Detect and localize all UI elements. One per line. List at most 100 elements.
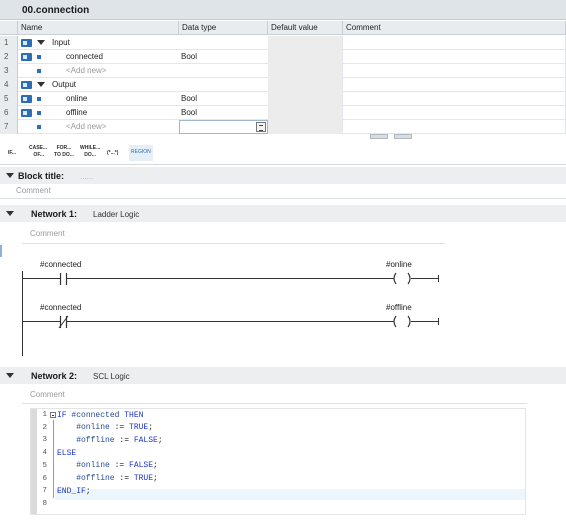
- block-title-bar[interactable]: Block title: ......: [0, 167, 566, 184]
- variable-name[interactable]: offline: [66, 108, 87, 117]
- fold-collapse-icon[interactable]: [50, 412, 56, 418]
- variable-name[interactable]: connected: [66, 52, 103, 61]
- variable-data-type[interactable]: Bool: [181, 94, 197, 103]
- if-button[interactable]: IF...: [8, 150, 16, 166]
- splitter-down-handle[interactable]: [394, 134, 412, 139]
- keyword-token: IF: [57, 410, 67, 420]
- divider: [0, 198, 566, 199]
- data-type-field[interactable]: [179, 120, 268, 134]
- table-row[interactable]: 6 offline Bool: [0, 106, 566, 120]
- code-line[interactable]: END_IF;: [57, 487, 91, 496]
- collapse-triangle-icon[interactable]: [6, 173, 14, 178]
- region-button[interactable]: REGION: [129, 145, 153, 161]
- block-name-bar: 00.connection: [0, 0, 566, 20]
- default-value-cell: [268, 36, 343, 50]
- default-value-cell[interactable]: [268, 106, 343, 120]
- header-name[interactable]: Name: [18, 21, 179, 35]
- comment-cell[interactable]: [343, 50, 566, 64]
- row-number: 2: [0, 50, 18, 64]
- code-token: ;: [148, 423, 154, 433]
- block-name: 00.connection: [22, 5, 90, 16]
- header-data-type[interactable]: Data type: [179, 21, 268, 35]
- header-comment[interactable]: Comment: [343, 21, 566, 35]
- table-row[interactable]: 5 online Bool: [0, 92, 566, 106]
- code-token: ;: [153, 461, 158, 471]
- code-line[interactable]: IF #connected THEN: [57, 411, 143, 420]
- rung-2: [22, 315, 439, 329]
- splitter-up-handle[interactable]: [370, 134, 388, 139]
- variable-marker-icon: [37, 69, 41, 73]
- line-number: 6: [42, 474, 47, 483]
- network-comment[interactable]: Comment: [30, 390, 65, 399]
- comment-cell[interactable]: [343, 106, 566, 120]
- variable-token: #online: [57, 461, 110, 471]
- network-title[interactable]: SCL Logic: [93, 372, 130, 381]
- code-token: ;: [85, 486, 91, 496]
- comment-cell[interactable]: [343, 92, 566, 106]
- line-number: 4: [42, 449, 47, 458]
- network-2-header[interactable]: Network 2: SCL Logic: [0, 367, 566, 384]
- table-row[interactable]: 3 <Add new>: [0, 64, 566, 78]
- row-number: 1: [0, 36, 18, 50]
- code-token: :=: [109, 461, 130, 471]
- comment-cell[interactable]: [343, 78, 566, 92]
- while-do-button[interactable]: WHILE... DO...: [80, 145, 100, 161]
- case-of-button[interactable]: CASE... OF...: [29, 145, 47, 161]
- interface-section-icon: [21, 81, 32, 89]
- comment-cell: [343, 120, 566, 134]
- variable-token: #online: [57, 423, 110, 433]
- code-line[interactable]: #offline := FALSE;: [57, 435, 163, 445]
- variable-data-type[interactable]: Bool: [181, 52, 197, 61]
- code-token: ;: [157, 435, 163, 445]
- network-label: Network 2:: [31, 371, 78, 381]
- collapse-triangle-icon[interactable]: [6, 373, 14, 378]
- row-number: 4: [0, 78, 18, 92]
- variable-marker-icon: [37, 111, 41, 115]
- variable-name[interactable]: online: [66, 94, 87, 103]
- default-value-cell: [268, 120, 343, 134]
- interface-variable-icon: [21, 95, 32, 103]
- data-type-picker-button[interactable]: [256, 122, 266, 132]
- section-name[interactable]: Input: [52, 38, 70, 47]
- keyword-token: TRUE: [133, 474, 154, 483]
- keyword-token: END_IF: [57, 486, 86, 496]
- add-new-placeholder[interactable]: <Add new>: [66, 122, 106, 131]
- variable-token: #offline: [57, 474, 115, 483]
- collapse-triangle-icon[interactable]: [37, 40, 45, 45]
- code-token: :=: [114, 474, 134, 483]
- rung-1: [22, 272, 439, 285]
- keyword-token: TRUE: [129, 423, 149, 433]
- code-line[interactable]: #online := FALSE;: [57, 461, 158, 470]
- block-comment[interactable]: Comment: [16, 186, 51, 195]
- interface-variable-icon: [21, 53, 32, 61]
- default-value-cell[interactable]: [268, 50, 343, 64]
- table-row[interactable]: 1 Input: [0, 36, 566, 50]
- comment-block-button[interactable]: (*...*): [107, 150, 118, 166]
- keyword-token: FALSE: [129, 461, 154, 471]
- section-name[interactable]: Output: [52, 80, 76, 89]
- variable-data-type[interactable]: Bool: [181, 108, 197, 117]
- table-row[interactable]: 2 connected Bool: [0, 50, 566, 64]
- code-line[interactable]: #offline := TRUE;: [57, 474, 158, 483]
- code-line[interactable]: #online := TRUE;: [57, 423, 153, 432]
- code-token: ;: [153, 474, 158, 483]
- for-to-do-button[interactable]: FOR... TO DO...: [54, 145, 74, 161]
- block-title-value[interactable]: ......: [80, 172, 93, 181]
- header-default-value[interactable]: Default value: [268, 21, 343, 35]
- variable-token: #connected: [66, 410, 125, 420]
- code-line[interactable]: ELSE: [57, 449, 76, 458]
- table-row[interactable]: 4 Output: [0, 78, 566, 92]
- variable-token: #offline: [57, 435, 115, 445]
- scl-code-editor[interactable]: 1 IF #connected THEN 2 #online := TRUE; 3 #…: [30, 408, 526, 515]
- row-number: 6: [0, 106, 18, 120]
- row-number: 3: [0, 64, 18, 78]
- block-title-section: Block title: ...... Comment: [0, 167, 566, 200]
- line-number: 3: [42, 436, 47, 445]
- interface-variable-icon: [21, 109, 32, 117]
- comment-cell[interactable]: [343, 36, 566, 50]
- default-value-cell[interactable]: [268, 92, 343, 106]
- collapse-triangle-icon[interactable]: [37, 82, 45, 87]
- table-row[interactable]: 7 <Add new>: [0, 120, 566, 134]
- add-new-placeholder[interactable]: <Add new>: [66, 66, 106, 75]
- variable-marker-icon: [37, 125, 41, 129]
